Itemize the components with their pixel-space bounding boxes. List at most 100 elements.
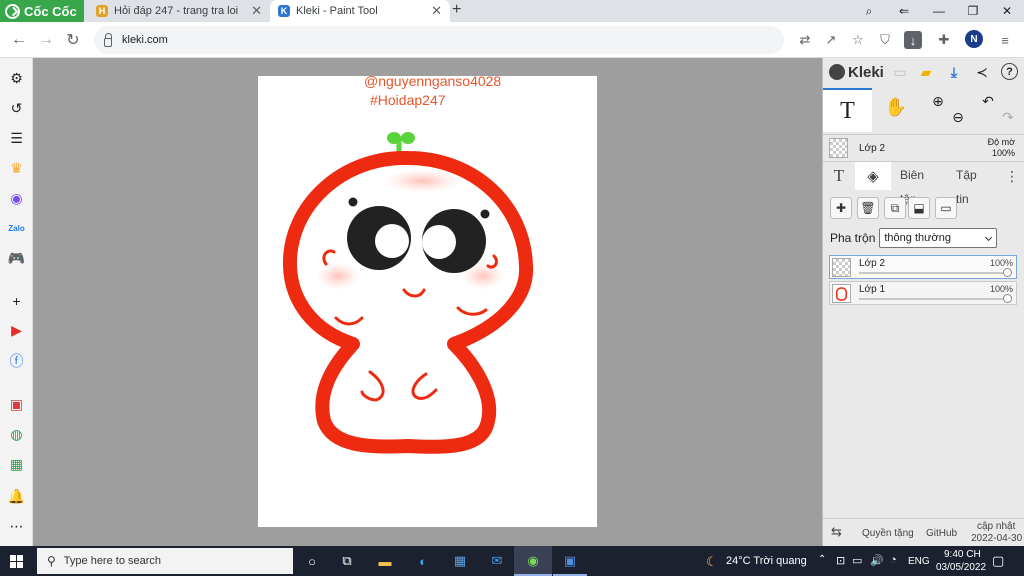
blend-label: Pha trộn — [830, 231, 876, 245]
coccoc-logo-icon — [5, 3, 20, 19]
volume-icon[interactable]: 🔊 — [870, 554, 884, 567]
maps-icon[interactable]: ◍ — [7, 425, 26, 444]
menu-icon[interactable]: ≡ — [996, 31, 1014, 49]
language-indicator[interactable]: ENG — [908, 556, 930, 567]
coccoc-taskbar-icon: ◉ — [527, 553, 539, 568]
task-view-icon[interactable]: ⧉ — [337, 551, 357, 571]
canvas-workspace[interactable]: @nguyennganso4028 #Hoidap247 — [33, 58, 822, 546]
layer-item[interactable]: Lớp 2 100% — [829, 255, 1017, 279]
lock-icon — [104, 32, 112, 47]
tab-layers[interactable]: ◈ — [855, 162, 891, 190]
tab-close-icon[interactable]: ✕ — [431, 3, 442, 19]
tab-kleki[interactable]: K Kleki - Paint Tool ✕ — [270, 0, 450, 22]
address-bar[interactable]: kleki.com — [94, 26, 784, 54]
privacy-link[interactable]: Quyền tặng — [862, 528, 914, 539]
shield-icon[interactable]: ⛉ — [876, 31, 894, 49]
undo-icon[interactable]: ↶ — [979, 92, 997, 110]
slider-knob[interactable] — [1003, 294, 1012, 303]
reading-list-icon[interactable]: ☰ — [7, 129, 26, 148]
swap-panel-icon[interactable]: ⇆ — [831, 524, 842, 540]
add-layer-icon[interactable]: ✚ — [830, 197, 852, 219]
layer-opacity-slider[interactable] — [859, 268, 1012, 277]
layer-item[interactable]: Lớp 1 100% — [829, 281, 1017, 305]
more-icon[interactable]: ⋯ — [7, 517, 26, 536]
tab-edit[interactable]: Biên tập — [895, 162, 941, 206]
game-controller-icon[interactable]: 🎮 — [7, 249, 26, 268]
tab-tool-settings[interactable]: T — [823, 162, 855, 190]
drawing-canvas[interactable]: @nguyennganso4028 #Hoidap247 — [258, 76, 597, 527]
new-image-icon[interactable]: ▭ — [891, 63, 909, 81]
restore-icon[interactable]: ❐ — [964, 2, 982, 20]
layer-opacity-slider[interactable] — [859, 294, 1012, 303]
extensions-icon[interactable]: ✚ — [935, 31, 953, 49]
duplicate-layer-icon[interactable]: ⧉ — [884, 197, 906, 219]
weather-text[interactable]: 24°C Trời quang — [726, 555, 807, 567]
edge-icon[interactable]: ◐ — [413, 551, 433, 571]
profile-avatar[interactable]: N — [965, 30, 983, 48]
zoom-out-icon[interactable]: ⊖ — [949, 108, 967, 126]
blend-mode-select[interactable]: thông thường — [879, 228, 998, 248]
new-tab-icon[interactable]: + — [452, 1, 461, 19]
battery-icon[interactable]: ▭ — [852, 554, 862, 567]
notification-bell-icon[interactable]: 🔔 — [7, 487, 26, 506]
more-options-icon[interactable]: ⋮ — [1003, 162, 1021, 190]
file-explorer-icon[interactable]: ▬ — [375, 551, 395, 571]
messenger-icon[interactable]: ◉ — [7, 189, 26, 208]
delete-layer-icon[interactable]: 🗑 — [857, 197, 879, 219]
tab-search-icon[interactable]: ⌕ — [860, 2, 878, 20]
close-window-icon[interactable]: ✕ — [998, 2, 1016, 20]
cortana-icon[interactable]: ○ — [302, 551, 322, 571]
share-icon[interactable]: ≺ — [973, 63, 991, 81]
help-icon[interactable]: ? — [1001, 63, 1018, 80]
mail-icon[interactable]: ✉ — [487, 551, 507, 571]
search-icon: ⚲ — [47, 554, 56, 568]
tray-expand-icon[interactable]: ⌃ — [818, 554, 826, 565]
hand-tool-icon[interactable]: ✋ — [885, 97, 907, 117]
network-icon[interactable]: ⊡ — [836, 554, 845, 567]
reload-icon[interactable]: ↻ — [63, 30, 83, 50]
zalo-icon[interactable]: Zalo — [7, 219, 26, 238]
collapse-icon[interactable]: ⇐ — [895, 2, 913, 20]
browser-sidebar: ⚙ ↺ ☰ ♛ ◉ Zalo 🎮 + ▶ ⓕ ▣ ◍ ▦ 🔔 ⋯ — [0, 58, 33, 546]
tab-hoidap[interactable]: H Hỏi đáp 247 - trang tra loi ✕ — [88, 0, 270, 22]
current-layer-bar[interactable]: Lớp 2 Độ mờ 100% — [823, 134, 1024, 162]
tab-close-icon[interactable]: ✕ — [251, 3, 262, 19]
minimize-icon[interactable]: — — [930, 2, 948, 20]
sheets-icon[interactable]: ▦ — [7, 455, 26, 474]
add-app-icon[interactable]: + — [7, 291, 26, 310]
clock-date[interactable]: 03/05/2022 — [936, 562, 986, 573]
app-red-icon[interactable]: ▣ — [7, 395, 26, 414]
forward-arrow-icon[interactable]: → — [36, 30, 56, 50]
windows-start-icon[interactable] — [10, 555, 23, 568]
zoom-in-icon[interactable]: ⊕ — [929, 92, 947, 110]
settings-gear-icon[interactable]: ⚙ — [7, 69, 26, 88]
notifications-icon[interactable]: ▢ — [992, 553, 1004, 569]
history-icon[interactable]: ↺ — [7, 99, 26, 118]
youtube-icon[interactable]: ▶ — [7, 321, 26, 340]
share-icon[interactable]: ↗ — [822, 31, 840, 49]
slider-knob[interactable] — [1003, 268, 1012, 277]
taskbar-search-box[interactable]: ⚲ Type here to search — [37, 548, 293, 574]
tab-file[interactable]: Tập tin — [951, 162, 997, 206]
wifi-icon[interactable]: ◔ — [890, 554, 897, 566]
back-arrow-icon[interactable]: ← — [9, 30, 29, 50]
clock-time[interactable]: 9:40 CH — [944, 549, 981, 560]
updated-date[interactable]: 2022-04-30 — [971, 533, 1022, 544]
merge-layer-icon[interactable]: ⬓ — [908, 197, 930, 219]
updated-label: cập nhật — [977, 521, 1016, 532]
github-link[interactable]: GitHub — [926, 528, 957, 539]
facebook-icon[interactable]: ⓕ — [7, 351, 26, 370]
photos-icon[interactable]: ▣ — [560, 551, 580, 571]
translate-icon[interactable]: ⇄ — [796, 31, 814, 49]
redo-icon[interactable]: ↷ — [999, 108, 1017, 126]
rename-layer-icon[interactable]: ▭ — [935, 197, 957, 219]
save-download-icon[interactable]: ⤓ — [945, 63, 963, 81]
bookmark-star-icon[interactable]: ☆ — [849, 31, 867, 49]
store-icon[interactable]: ▦ — [450, 551, 470, 571]
download-icon[interactable]: ↓ — [904, 31, 922, 49]
crown-icon[interactable]: ♛ — [7, 159, 26, 178]
text-tool-button[interactable]: T — [823, 88, 872, 132]
coccoc-menu-button[interactable]: Cốc Cốc — [0, 0, 84, 22]
open-folder-icon[interactable]: ▰ — [917, 63, 935, 81]
kleki-logo[interactable]: Kleki — [829, 64, 884, 81]
